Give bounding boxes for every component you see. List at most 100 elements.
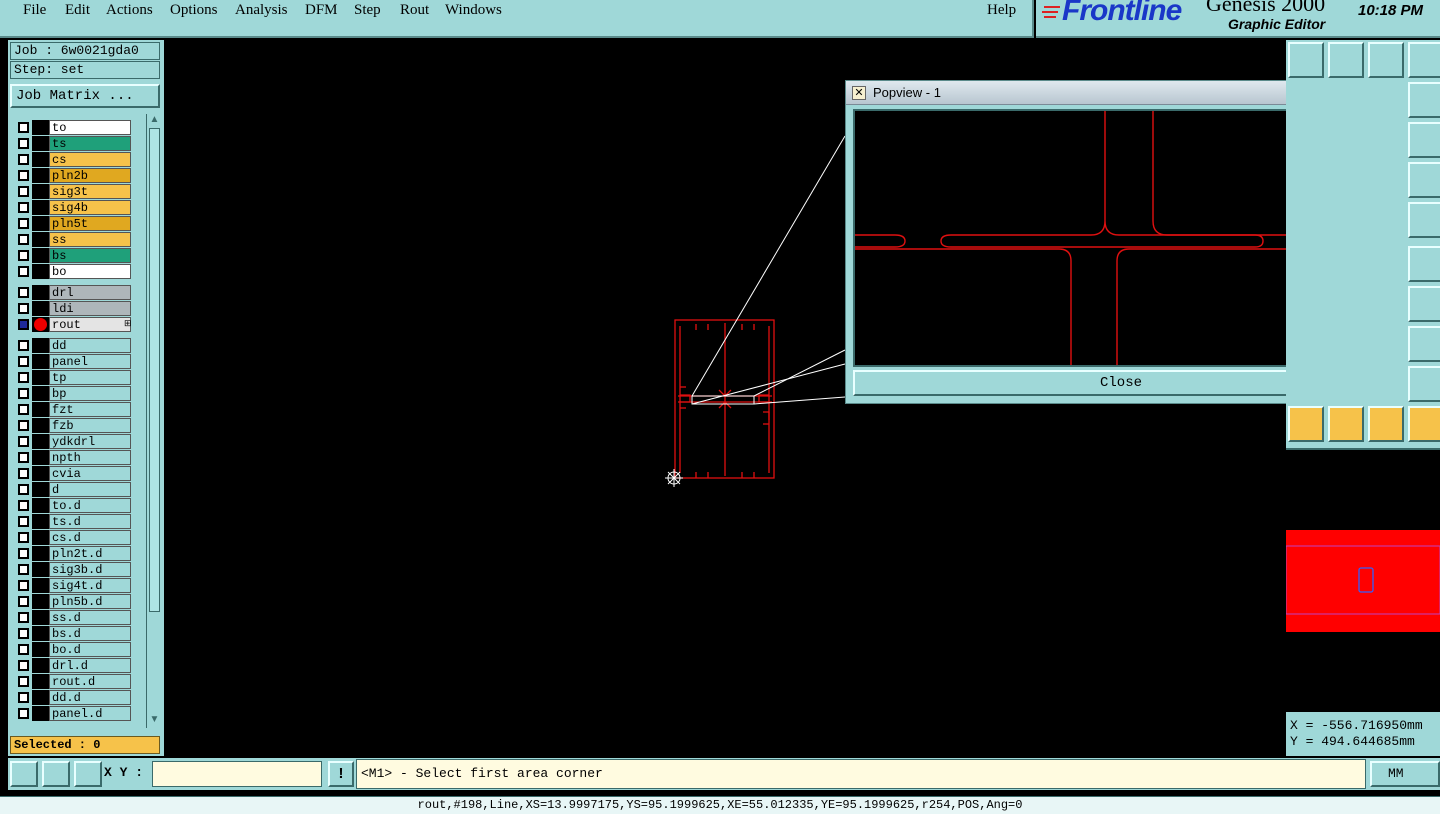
layer-state-cell[interactable] xyxy=(32,578,49,593)
layer-state-cell[interactable] xyxy=(32,216,49,231)
layer-row[interactable]: cs xyxy=(12,152,138,167)
layer-row[interactable]: panel xyxy=(12,354,138,369)
layer-name[interactable]: ydkdrl xyxy=(49,434,131,449)
layer-state-cell[interactable] xyxy=(32,200,49,215)
layer-checkbox[interactable] xyxy=(18,154,29,165)
layer-checkbox[interactable] xyxy=(18,138,29,149)
layer-name[interactable]: drl xyxy=(49,285,131,300)
window-icon[interactable] xyxy=(1408,42,1440,78)
save-icon[interactable] xyxy=(1328,42,1364,78)
layer-state-cell[interactable] xyxy=(32,354,49,369)
layer-name[interactable]: ldi xyxy=(49,301,131,316)
layer-row[interactable]: bs xyxy=(12,248,138,263)
layer-state-cell[interactable] xyxy=(32,370,49,385)
layer-checkbox[interactable] xyxy=(18,218,29,229)
pad-icon[interactable] xyxy=(1408,202,1440,238)
menu-options[interactable]: Options xyxy=(170,2,218,19)
snap-grid-icon[interactable] xyxy=(10,761,38,787)
layer-state-cell[interactable] xyxy=(32,626,49,641)
layer-row[interactable]: to.d xyxy=(12,498,138,513)
select-polygon-icon[interactable] xyxy=(1368,406,1404,442)
layer-row[interactable]: bo xyxy=(12,264,138,279)
menu-actions[interactable]: Actions xyxy=(106,2,153,19)
layer-state-cell[interactable] xyxy=(32,152,49,167)
layer-checkbox[interactable] xyxy=(18,122,29,133)
layer-row[interactable]: ss xyxy=(12,232,138,247)
layer-checkbox[interactable] xyxy=(18,170,29,181)
layer-name[interactable]: fzt xyxy=(49,402,131,417)
layer-row[interactable]: cs.d xyxy=(12,530,138,545)
layer-checkbox[interactable] xyxy=(18,234,29,245)
layer-row[interactable]: bo.d xyxy=(12,642,138,657)
menu-file[interactable]: File xyxy=(23,2,46,19)
layer-checkbox[interactable] xyxy=(18,548,29,559)
layer-checkbox[interactable] xyxy=(18,372,29,383)
layer-checkbox[interactable] xyxy=(18,340,29,351)
layer-state-cell[interactable] xyxy=(32,498,49,513)
layer-name[interactable]: sig3b.d xyxy=(49,562,131,577)
layer-name[interactable]: d xyxy=(49,482,131,497)
layer-name[interactable]: bs xyxy=(49,248,131,263)
home-icon[interactable] xyxy=(1368,42,1404,78)
menu-rout[interactable]: Rout xyxy=(400,2,429,19)
layer-checkbox[interactable] xyxy=(18,596,29,607)
layer-row[interactable]: ldi xyxy=(12,301,138,316)
layer-name[interactable]: to xyxy=(49,120,131,135)
layer-name[interactable]: ts.d xyxy=(49,514,131,529)
select-pointer-icon[interactable] xyxy=(1288,406,1324,442)
layer-name[interactable]: cvia xyxy=(49,466,131,481)
job-matrix-button[interactable]: Job Matrix ... xyxy=(10,84,160,108)
layer-state-cell[interactable] xyxy=(32,546,49,561)
layer-name[interactable]: tp xyxy=(49,370,131,385)
layer-name[interactable]: npth xyxy=(49,450,131,465)
menu-dfm[interactable]: DFM xyxy=(305,2,338,19)
layer-checkbox[interactable] xyxy=(18,676,29,687)
layer-checkbox[interactable] xyxy=(18,436,29,447)
layer-checkbox[interactable] xyxy=(18,287,29,298)
layer-checkbox[interactable] xyxy=(18,303,29,314)
layer-row[interactable]: panel.d xyxy=(12,706,138,721)
layer-name[interactable]: to.d xyxy=(49,498,131,513)
layer-row[interactable]: sig3t xyxy=(12,184,138,199)
menu-edit[interactable]: Edit xyxy=(65,2,90,19)
layer-checkbox[interactable] xyxy=(18,612,29,623)
layer-row[interactable]: fzb xyxy=(12,418,138,433)
layer-row[interactable]: d xyxy=(12,482,138,497)
menu-step[interactable]: Step xyxy=(354,2,381,19)
select-net-icon[interactable] xyxy=(1408,406,1440,442)
layer-state-cell[interactable] xyxy=(32,168,49,183)
overview-map[interactable] xyxy=(1285,448,1440,712)
open-icon[interactable] xyxy=(1288,42,1324,78)
layer-name[interactable]: bo.d xyxy=(49,642,131,657)
layer-state-cell[interactable] xyxy=(32,530,49,545)
layer-name[interactable]: ss xyxy=(49,232,131,247)
layer-row[interactable]: dd.d xyxy=(12,690,138,705)
layer-state-cell[interactable] xyxy=(32,418,49,433)
layer-row[interactable]: rout.d xyxy=(12,674,138,689)
layer-checkbox[interactable] xyxy=(18,532,29,543)
layer-checkbox[interactable] xyxy=(18,708,29,719)
menu-help[interactable]: Help xyxy=(987,2,1016,19)
layer-row[interactable]: cvia xyxy=(12,466,138,481)
layer-row[interactable]: sig3b.d xyxy=(12,562,138,577)
layer-checkbox[interactable] xyxy=(18,516,29,527)
layer-name[interactable]: drl.d xyxy=(49,658,131,673)
layer-state-cell[interactable] xyxy=(32,466,49,481)
layer-state-cell[interactable] xyxy=(32,482,49,497)
snap-icon[interactable] xyxy=(1408,82,1440,118)
layer-state-cell[interactable] xyxy=(32,301,49,316)
scroll-down-icon[interactable]: ▼ xyxy=(149,714,160,726)
layer-state-cell[interactable] xyxy=(32,120,49,135)
scroll-up-icon[interactable]: ▲ xyxy=(149,114,160,126)
layer-name[interactable]: panel xyxy=(49,354,131,369)
layer-state-cell[interactable] xyxy=(32,674,49,689)
layer-checkbox[interactable] xyxy=(18,356,29,367)
scroll-thumb[interactable] xyxy=(149,128,160,612)
help-icon[interactable] xyxy=(1408,122,1440,158)
layer-name[interactable]: ss.d xyxy=(49,610,131,625)
layer-checkbox[interactable] xyxy=(18,250,29,261)
layer-state-cell[interactable] xyxy=(32,562,49,577)
layer-name[interactable]: bp xyxy=(49,386,131,401)
layer-state-cell[interactable] xyxy=(32,690,49,705)
popview-zoom-view[interactable] xyxy=(853,109,1353,367)
